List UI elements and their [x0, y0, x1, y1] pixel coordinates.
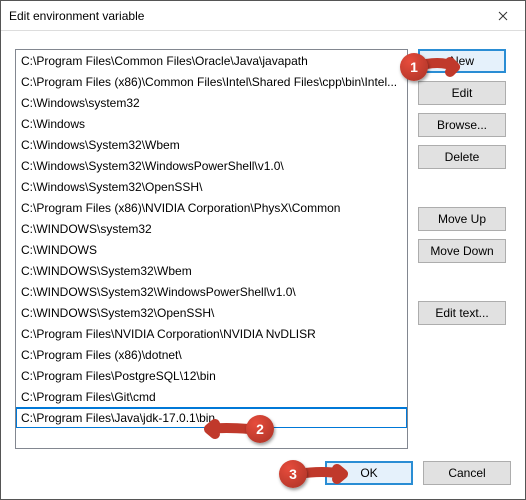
path-list-item[interactable]: C:\Windows: [16, 113, 407, 134]
path-list-item[interactable]: C:\Program Files\NVIDIA Corporation\NVID…: [16, 323, 407, 344]
button-column: New Edit Browse... Delete Move Up Move D…: [418, 49, 506, 449]
path-list-item[interactable]: C:\WINDOWS\system32: [16, 218, 407, 239]
path-list-item[interactable]: C:\WINDOWS: [16, 239, 407, 260]
path-list-item[interactable]: C:\Windows\System32\OpenSSH\: [16, 176, 407, 197]
new-button[interactable]: New: [418, 49, 506, 73]
footer: OK Cancel: [325, 461, 511, 485]
path-list-item[interactable]: C:\Windows\System32\WindowsPowerShell\v1…: [16, 155, 407, 176]
window-title: Edit environment variable: [9, 9, 144, 23]
edit-button[interactable]: Edit: [418, 81, 506, 105]
path-list-item[interactable]: C:\Program Files (x86)\dotnet\: [16, 344, 407, 365]
dialog-content: C:\Program Files\Common Files\Oracle\Jav…: [1, 31, 525, 499]
ok-button[interactable]: OK: [325, 461, 413, 485]
move-down-button[interactable]: Move Down: [418, 239, 506, 263]
path-list-item[interactable]: C:\Program Files\Git\cmd: [16, 386, 407, 407]
edit-text-button[interactable]: Edit text...: [418, 301, 506, 325]
titlebar: Edit environment variable: [1, 1, 525, 31]
path-listbox[interactable]: C:\Program Files\Common Files\Oracle\Jav…: [15, 49, 408, 449]
browse-button[interactable]: Browse...: [418, 113, 506, 137]
path-list-item[interactable]: C:\WINDOWS\System32\OpenSSH\: [16, 302, 407, 323]
move-up-button[interactable]: Move Up: [418, 207, 506, 231]
path-list-item[interactable]: C:\Program Files\Common Files\Oracle\Jav…: [16, 50, 407, 71]
path-list-item-selected[interactable]: [16, 407, 407, 428]
path-edit-input[interactable]: [17, 409, 406, 428]
path-list-item[interactable]: C:\Program Files (x86)\Common Files\Inte…: [16, 71, 407, 92]
path-list-item[interactable]: C:\Program Files (x86)\NVIDIA Corporatio…: [16, 197, 407, 218]
delete-button[interactable]: Delete: [418, 145, 506, 169]
path-list-item[interactable]: C:\Windows\System32\Wbem: [16, 134, 407, 155]
path-list-item[interactable]: C:\WINDOWS\System32\Wbem: [16, 260, 407, 281]
path-list-item[interactable]: C:\Windows\system32: [16, 92, 407, 113]
path-list-item[interactable]: C:\WINDOWS\System32\WindowsPowerShell\v1…: [16, 281, 407, 302]
path-list-item[interactable]: C:\Program Files\PostgreSQL\12\bin: [16, 365, 407, 386]
close-icon: [498, 11, 508, 21]
cancel-button[interactable]: Cancel: [423, 461, 511, 485]
main-area: C:\Program Files\Common Files\Oracle\Jav…: [15, 49, 511, 449]
close-button[interactable]: [480, 1, 525, 31]
